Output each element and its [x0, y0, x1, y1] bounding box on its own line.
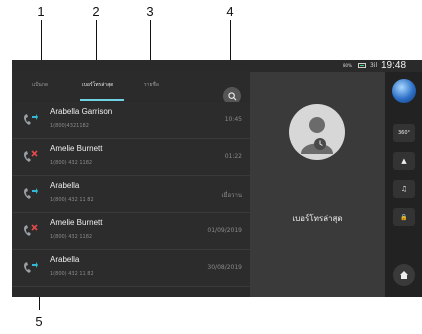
call-row[interactable]: Arabella 1(800) 432 11 82 30/08/2019 — [12, 250, 250, 287]
tab-recent-calls[interactable]: เบอร์โทรล่าสุด — [82, 81, 113, 89]
search-icon — [227, 91, 236, 100]
missed-call-icon — [24, 224, 38, 236]
caller-number: 1(800) 432 1182 — [50, 160, 93, 166]
battery-percent: 80% — [343, 63, 352, 68]
side-bar: 360° ▲ ♫ 🔒 — [385, 72, 422, 297]
missed-call-icon — [24, 150, 38, 162]
caller-number: 1(800)4321182 — [50, 123, 89, 129]
call-row[interactable]: Arabella 1(800) 432 11 82 เมื่อวาน — [12, 176, 250, 213]
call-row[interactable]: Amelie Burnett 1(800) 432 1182 01/09/201… — [12, 213, 250, 250]
person-icon — [301, 117, 333, 154]
caller-name: Arabella — [50, 255, 80, 264]
tab-contacts[interactable]: รายชื่อ — [144, 81, 159, 89]
call-time: 01:22 — [224, 153, 242, 160]
battery-icon — [358, 63, 366, 68]
caller-name: Amelie Burnett — [50, 218, 103, 227]
callout-5: 5 — [35, 314, 43, 329]
incoming-call-icon — [24, 188, 38, 199]
incoming-call-icon — [24, 262, 38, 273]
call-time: เมื่อวาน — [221, 192, 242, 199]
view-360-button[interactable]: 360° — [393, 124, 415, 142]
active-tab-indicator — [80, 99, 124, 101]
clock: 19:48 — [381, 60, 407, 71]
call-time: 30/08/2019 — [207, 264, 242, 271]
call-time: 01/09/2019 — [207, 227, 242, 234]
music-button[interactable]: ♫ — [393, 180, 415, 198]
call-row[interactable]: Arabella Garrison 1(800)4321182 10:45 — [12, 102, 250, 139]
tab-bar: แป้นกด เบอร์โทรล่าสุด รายชื่อ — [12, 70, 250, 105]
caller-number: 1(800) 432 11 82 — [50, 271, 94, 277]
incoming-call-icon — [24, 114, 38, 125]
call-time: 10:45 — [224, 116, 242, 123]
panel-title: เบอร์โทรล่าสุด — [292, 214, 343, 223]
globe-icon[interactable] — [392, 79, 416, 103]
home-icon — [400, 271, 408, 279]
contact-avatar-icon — [289, 104, 345, 160]
recent-calls-info-panel: เบอร์โทรล่าสุด — [250, 72, 385, 297]
recent-calls-list: Arabella Garrison 1(800)4321182 10:45 Am… — [12, 102, 250, 297]
callout-1: 1 — [37, 4, 45, 19]
home-button[interactable] — [393, 264, 415, 286]
navigation-button[interactable]: ▲ — [393, 152, 415, 170]
callout-3: 3 — [146, 4, 154, 19]
status-bar: 80% 3il 19:48 — [250, 60, 422, 72]
tab-keypad[interactable]: แป้นกด — [32, 81, 48, 89]
caller-name: Arabella — [50, 181, 80, 190]
lock-button[interactable]: 🔒 — [393, 208, 415, 226]
call-row[interactable]: Amelie Burnett 1(800) 432 1182 01:22 — [12, 139, 250, 176]
callout-4: 4 — [226, 4, 234, 19]
signal-icon: 3il — [370, 62, 378, 69]
caller-number: 1(800) 432 11 82 — [50, 197, 94, 203]
device-screen: แป้นกด เบอร์โทรล่าสุด รายชื่อ Arabella G… — [12, 60, 422, 297]
caller-name: Arabella Garrison — [50, 107, 113, 116]
caller-number: 1(800) 432 1182 — [50, 234, 93, 240]
callout-2: 2 — [92, 4, 100, 19]
caller-name: Amelie Burnett — [50, 144, 103, 153]
